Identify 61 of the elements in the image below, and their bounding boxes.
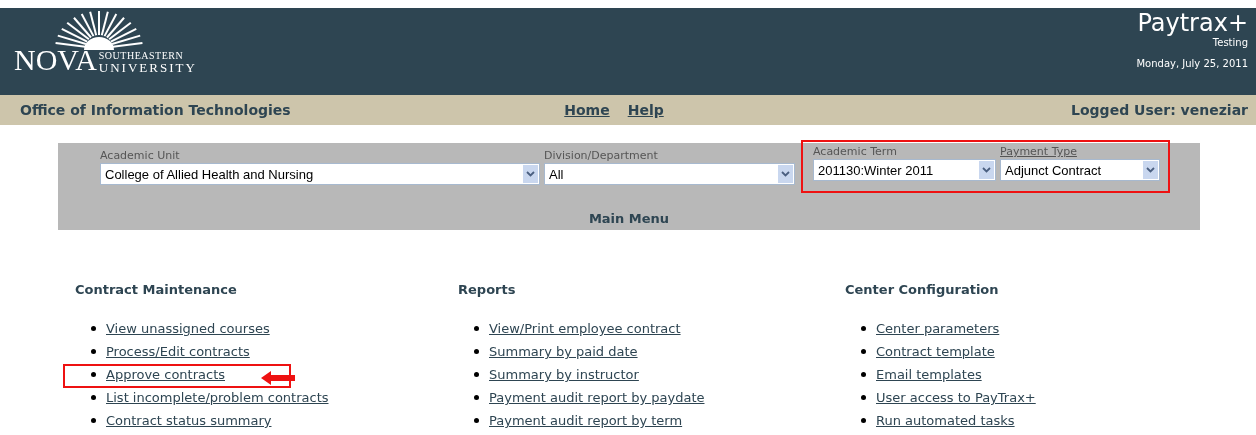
- menu-link[interactable]: Payment audit report by paydate: [489, 390, 705, 405]
- bullet-icon: [861, 326, 866, 331]
- filter-label: Academic Unit: [100, 149, 181, 163]
- filter-label: Payment Type: [1000, 145, 1078, 159]
- menu-link[interactable]: Email templates: [876, 367, 982, 382]
- environment-label: Testing: [1212, 37, 1248, 48]
- menu-link[interactable]: Contract status summary: [106, 413, 272, 428]
- menu-link[interactable]: List incomplete/problem contracts: [106, 390, 329, 405]
- nav-link[interactable]: Help: [627, 102, 664, 118]
- section-heading: Center Configuration: [845, 282, 1000, 297]
- bullet-icon: [91, 349, 96, 354]
- logo-wordmark: NOVA: [14, 46, 97, 74]
- dropdown-button[interactable]: [778, 165, 793, 183]
- bullet-icon: [474, 326, 479, 331]
- menu-link[interactable]: User access to PayTrax+: [876, 390, 1036, 405]
- bullet-icon: [474, 372, 479, 377]
- menu-link[interactable]: Payment audit report by term: [489, 413, 683, 428]
- logo-subtitle: UNIVERSITY: [98, 61, 197, 74]
- menu-link[interactable]: Run automated tasks: [876, 413, 1015, 428]
- bullet-icon: [861, 418, 866, 423]
- filter-label: Division/Department: [544, 149, 659, 163]
- chevron-down-icon: [982, 167, 991, 173]
- filter-label: Academic Term: [813, 145, 898, 159]
- dropdown-select[interactable]: Adjunct Contract: [1000, 159, 1160, 181]
- menu-link[interactable]: Approve contracts: [106, 367, 225, 382]
- bullet-icon: [91, 418, 96, 423]
- section-heading: Reports: [458, 282, 517, 297]
- section-heading: Contract Maintenance: [75, 282, 238, 297]
- bullet-icon: [91, 326, 96, 331]
- date-label: Monday, July 25, 2011: [1136, 58, 1248, 69]
- dropdown-button[interactable]: [979, 161, 994, 179]
- office-name: Office of Information Technologies: [20, 102, 291, 118]
- menu-link[interactable]: Process/Edit contracts: [106, 344, 250, 359]
- app-title: Paytrax+: [1137, 9, 1248, 37]
- dropdown-select[interactable]: All: [544, 163, 795, 185]
- menu-link[interactable]: View/Print employee contract: [489, 321, 681, 336]
- sunburst-logo-icon: [54, 10, 144, 50]
- menu-link[interactable]: Summary by paid date: [489, 344, 638, 359]
- menu-link[interactable]: View unassigned courses: [106, 321, 270, 336]
- bullet-icon: [861, 349, 866, 354]
- dropdown-select[interactable]: College of Allied Health and Nursing: [100, 163, 540, 185]
- dropdown-button[interactable]: [1143, 161, 1158, 179]
- nav-link[interactable]: Home: [564, 102, 610, 118]
- logo-subtitle: SOUTHEASTERN: [98, 51, 185, 61]
- bullet-icon: [474, 349, 479, 354]
- bullet-icon: [474, 395, 479, 400]
- menu-link[interactable]: Summary by instructor: [489, 367, 639, 382]
- chevron-down-icon: [526, 171, 535, 177]
- chevron-down-icon: [781, 171, 790, 177]
- bullet-icon: [91, 372, 96, 377]
- bullet-icon: [474, 418, 479, 423]
- dropdown-button[interactable]: [523, 165, 538, 183]
- bullet-icon: [91, 395, 96, 400]
- logged-user: Logged User: veneziar: [1071, 102, 1248, 118]
- menu-link[interactable]: Center parameters: [876, 321, 1000, 336]
- bullet-icon: [861, 395, 866, 400]
- dropdown-select[interactable]: 201130:Winter 2011: [813, 159, 996, 181]
- menu-link[interactable]: Contract template: [876, 344, 995, 359]
- chevron-down-icon: [1146, 167, 1155, 173]
- panel-title: Main Menu: [588, 211, 670, 226]
- bullet-icon: [861, 372, 866, 377]
